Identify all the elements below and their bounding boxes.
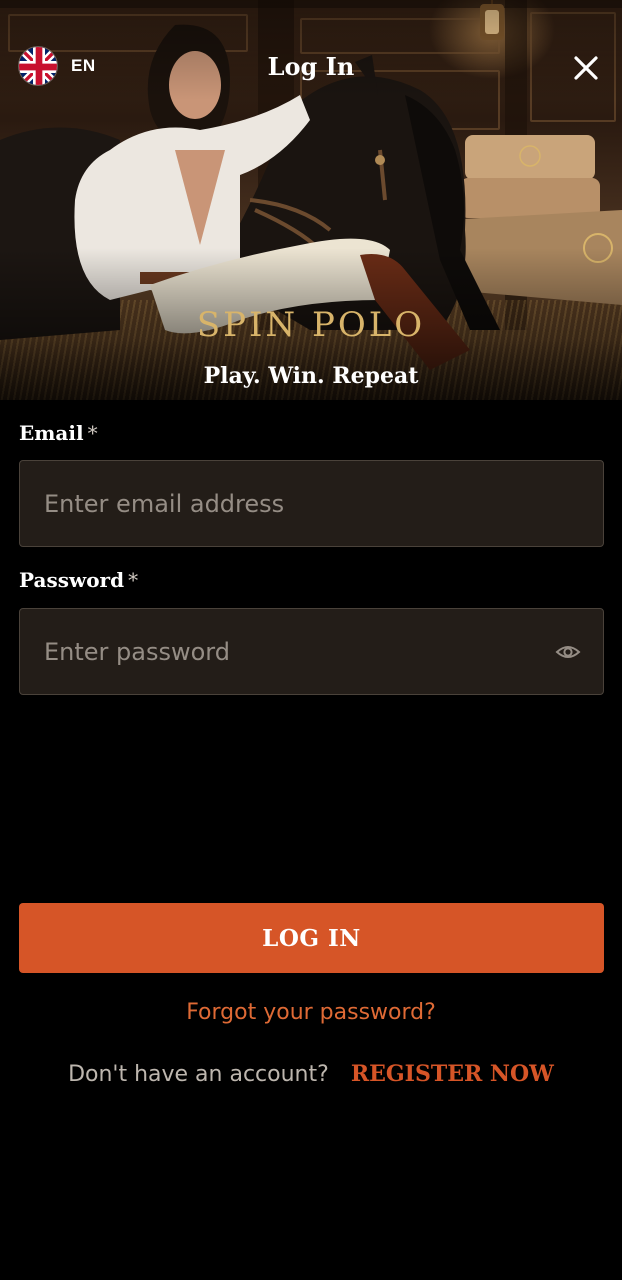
login-button[interactable]: LOG IN	[19, 903, 604, 973]
password-label: Password *	[19, 568, 138, 592]
email-field[interactable]	[20, 461, 603, 546]
brand-logo: SPIN POLO	[196, 305, 426, 345]
required-mark: *	[128, 568, 139, 592]
forgot-password-link[interactable]: Forgot your password?	[0, 1000, 622, 1025]
brand-tagline: Play. Win. Repeat	[203, 363, 419, 389]
eye-icon	[555, 646, 581, 658]
required-mark: *	[87, 421, 98, 445]
password-field[interactable]	[20, 609, 603, 694]
close-button[interactable]	[568, 50, 604, 86]
toggle-password-visibility-button[interactable]	[555, 639, 581, 665]
language-code: EN	[71, 56, 96, 75]
email-label-text: Email	[19, 421, 84, 445]
email-field-wrapper	[19, 460, 604, 547]
email-label: Email *	[19, 421, 98, 445]
register-prompt: Don't have an account? REGISTER NOW	[0, 1061, 622, 1087]
close-icon	[574, 56, 598, 80]
uk-flag-icon	[18, 46, 58, 86]
hero-banner: EN Log In SPIN POLO Play. Win. Repeat	[0, 0, 622, 400]
register-now-link[interactable]: REGISTER NOW	[351, 1061, 554, 1087]
no-account-text: Don't have an account?	[68, 1062, 329, 1087]
password-label-text: Password	[19, 568, 125, 592]
password-field-wrapper	[19, 608, 604, 695]
